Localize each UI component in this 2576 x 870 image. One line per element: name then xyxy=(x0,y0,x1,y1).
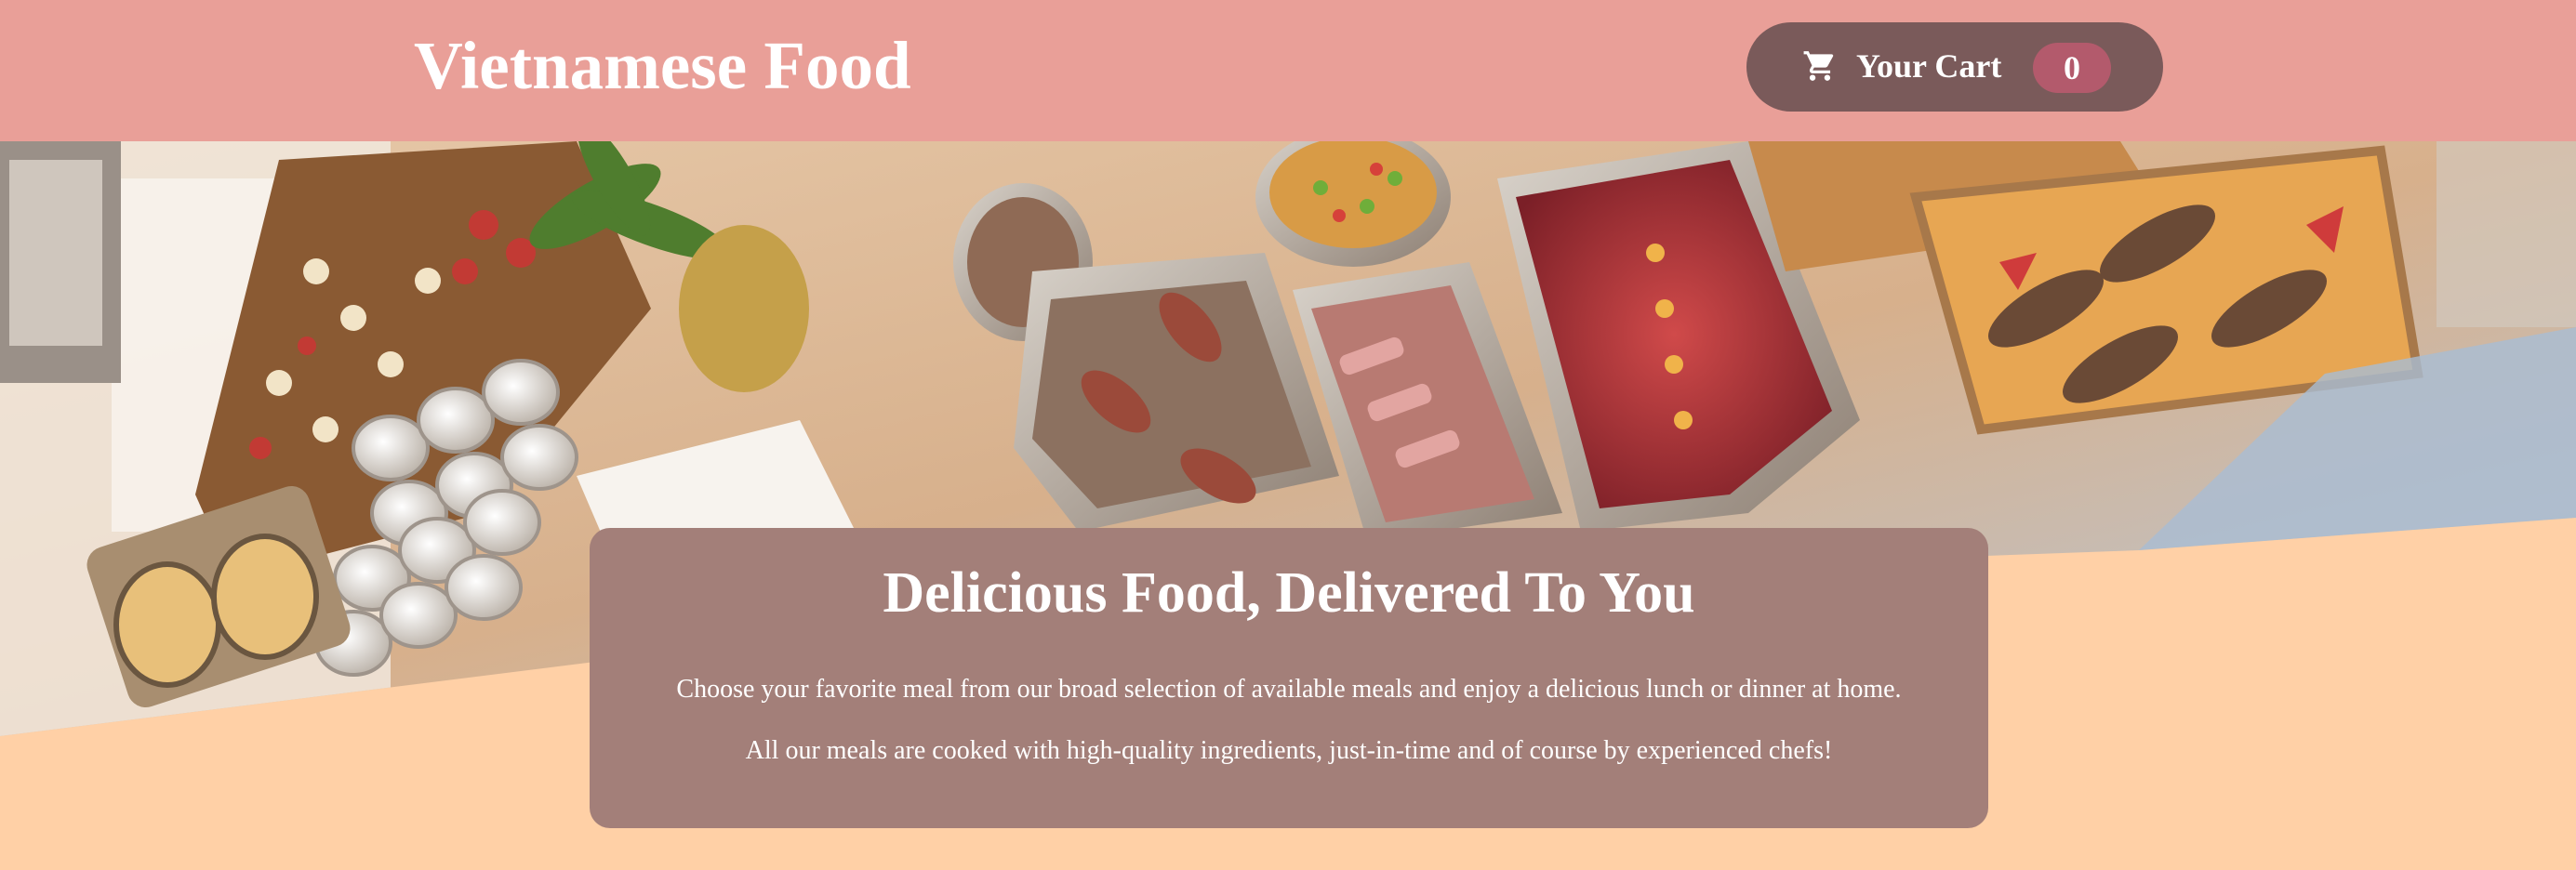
shopping-cart-icon xyxy=(1802,48,1838,84)
cart-count-badge: 0 xyxy=(2033,43,2111,93)
site-title: Vietnamese Food xyxy=(414,28,911,103)
summary-paragraph-1: Choose your favorite meal from our broad… xyxy=(676,675,1902,704)
cart-label: Your Cart xyxy=(1856,47,2002,85)
site-header: Vietnamese Food Your Cart 0 xyxy=(0,0,2576,141)
summary-card: Delicious Food, Delivered To You Choose … xyxy=(590,528,1988,828)
summary-paragraph-2: All our meals are cooked with high-quali… xyxy=(745,736,1833,765)
cart-button[interactable]: Your Cart 0 xyxy=(1746,22,2163,112)
summary-title: Delicious Food, Delivered To You xyxy=(883,561,1695,625)
